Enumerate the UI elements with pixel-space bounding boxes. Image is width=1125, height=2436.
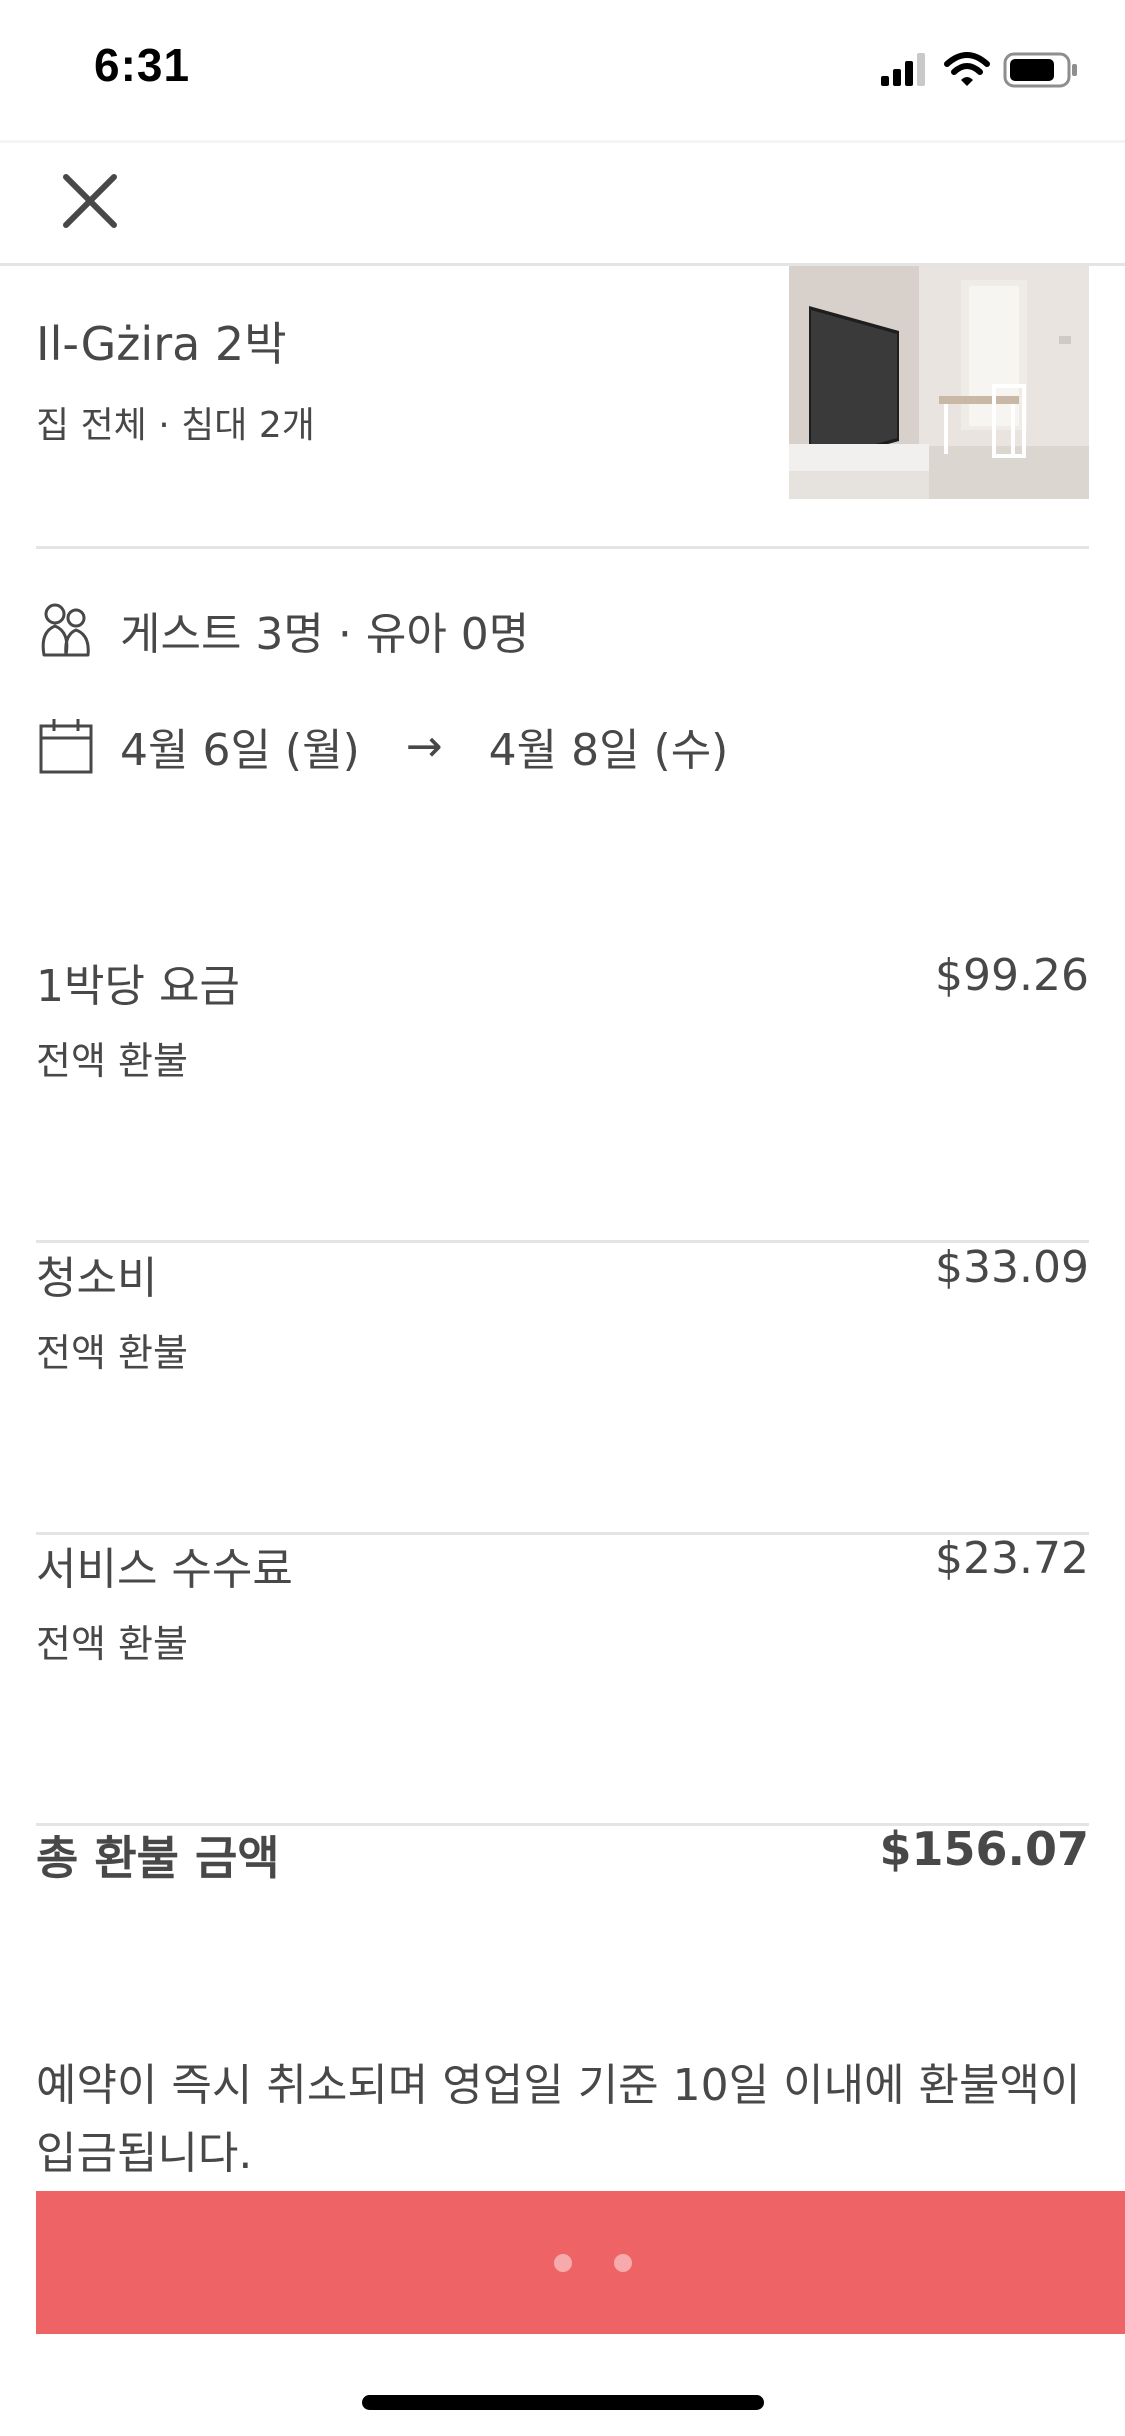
price-value: $99.26 [935,950,1089,1001]
refund-type: 전액 환불 [36,1622,188,1666]
listing-summary: Il-Gżira 2박 집 전체 · 침대 2개 [36,266,1089,549]
loading-dot-icon [614,2254,632,2272]
price-label: 서비스 수수료 [36,1544,293,1595]
listing-title: Il-Gżira 2박 [36,317,287,371]
loading-dot-icon [554,2254,572,2272]
refund-notice: 예약이 즉시 취소되며 영업일 기준 10일 이내에 환불액이 입금됩니다. [36,2060,1081,2179]
calendar-icon [39,719,93,774]
modal-header [0,143,1125,266]
dates-row: 4월 6일 (월) → 4월 8일 (수) [36,711,728,781]
status-time: 6:31 [94,39,191,91]
price-row-cleaning: 청소비 전액 환불 $33.09 [36,1242,1089,1535]
date-arrow: → [405,720,443,772]
status-icons [881,50,1081,90]
price-value: $33.09 [935,1242,1089,1293]
close-button[interactable] [58,169,122,233]
price-label: 1박당 요금 [36,961,240,1012]
guests-text: 게스트 3명 · 유아 0명 [120,609,530,660]
guests-row: 게스트 3명 · 유아 0명 [36,595,529,665]
wifi-icon [944,52,990,86]
check-out-date: 4월 8일 (수) [488,725,729,776]
status-bar: 6:31 [0,0,1125,143]
price-row-nightly: 1박당 요금 전액 환불 $99.26 [36,950,1089,1243]
confirm-cancel-button[interactable] [36,2191,1125,2334]
refund-screen: 6:31 Il-Gżira 2박 집 전체 · 침대 2개 게스트 3명 · 유… [0,0,1125,2436]
refund-type: 전액 환불 [36,1331,188,1375]
listing-subtitle: 집 전체 · 침대 2개 [36,405,315,446]
refund-type: 전액 환불 [36,1039,188,1083]
guests-icon [41,603,90,657]
close-icon [63,174,117,228]
price-value: $23.72 [935,1533,1089,1584]
price-row-service-fee: 서비스 수수료 전액 환불 $23.72 [36,1533,1089,1826]
battery-icon [1003,52,1077,88]
total-refund-row: 총 환불 금액 $156.07 [36,1822,1089,1902]
signal-icon [881,53,925,86]
listing-photo [789,266,1089,499]
total-value: $156.07 [879,1822,1089,1876]
check-in-date: 4월 6일 (월) [120,725,360,776]
price-label: 청소비 [36,1253,158,1304]
home-indicator[interactable] [362,2395,764,2410]
total-label: 총 환불 금액 [36,1831,280,1885]
